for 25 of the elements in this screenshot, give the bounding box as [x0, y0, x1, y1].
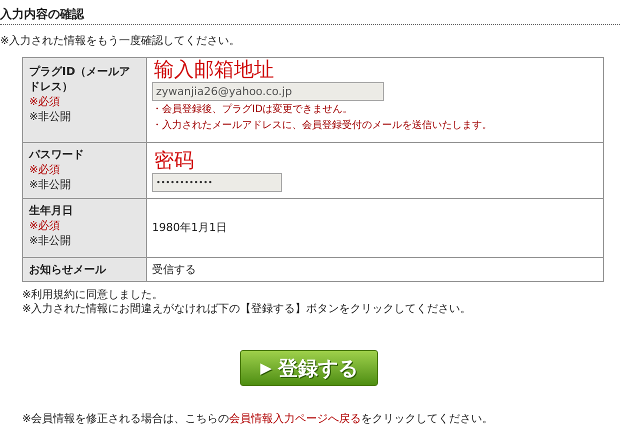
field-label: お知らせメール — [29, 262, 107, 277]
back-link[interactable]: 会員情報入力ページへ戻る — [229, 412, 362, 425]
password-field: •••••••••••• — [152, 173, 282, 192]
field-label: 生年月日 — [29, 203, 74, 218]
note-text: ※利用規約に同意しました。 — [22, 288, 164, 302]
note-text: ・会員登録後、プラグIDは変更できません。 — [152, 103, 354, 117]
note-text: ・入力されたメールアドレスに、会員登録受付のメールを送信いたします。 — [152, 119, 493, 133]
private-mark: ※非公開 — [29, 233, 72, 248]
field-label: プラグID（メールアドレス） — [29, 64, 132, 94]
private-mark: ※非公開 — [29, 109, 72, 124]
play-icon: ▶ — [260, 356, 272, 380]
field-label: パスワード — [29, 147, 85, 162]
field-value: 受信する — [152, 262, 197, 278]
instruction-text: ※入力された情報をもう一度確認してください。 — [0, 33, 242, 49]
annotation-text: 输入邮箱地址 — [154, 58, 275, 80]
footer-text: ※会員情報を修正される場合は、こちらの会員情報入力ページへ戻る をクリックしてください。 — [22, 412, 494, 426]
required-mark: ※必須 — [29, 218, 62, 233]
private-mark: ※非公開 — [29, 177, 72, 192]
section-heading: 入力内容の確認 — [0, 6, 86, 23]
required-mark: ※必須 — [29, 162, 62, 177]
annotation-text: 密码 — [154, 149, 195, 171]
required-mark: ※必須 — [29, 94, 62, 109]
email-field: zywanjia26@yahoo.co.jp — [152, 82, 384, 101]
field-value: 1980年1月1日 — [152, 220, 228, 236]
note-text: ※入力された情報にお間違えがなければ下の【登録する】ボタンをクリックしてください。 — [22, 302, 472, 316]
